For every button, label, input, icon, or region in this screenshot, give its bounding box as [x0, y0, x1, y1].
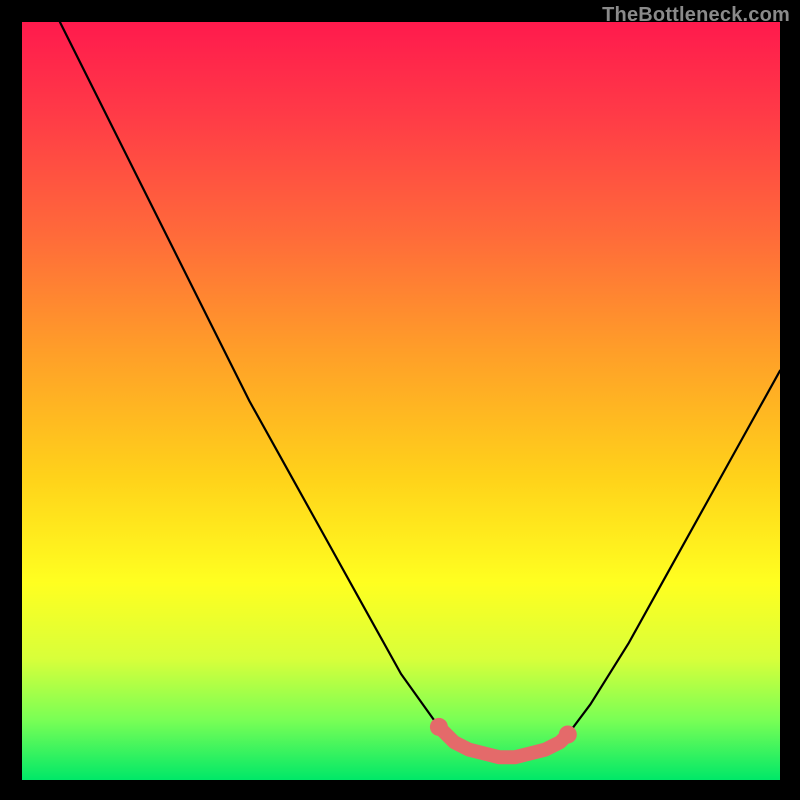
optimum-band-endcap — [430, 718, 448, 736]
optimum-band-endcap — [559, 726, 577, 744]
chart-frame: TheBottleneck.com — [0, 0, 800, 800]
optimum-band-stroke — [439, 727, 568, 757]
bottleneck-curve — [60, 22, 780, 757]
curve-svg — [22, 22, 780, 780]
plot-area — [22, 22, 780, 780]
optimum-marker-band — [430, 718, 577, 757]
